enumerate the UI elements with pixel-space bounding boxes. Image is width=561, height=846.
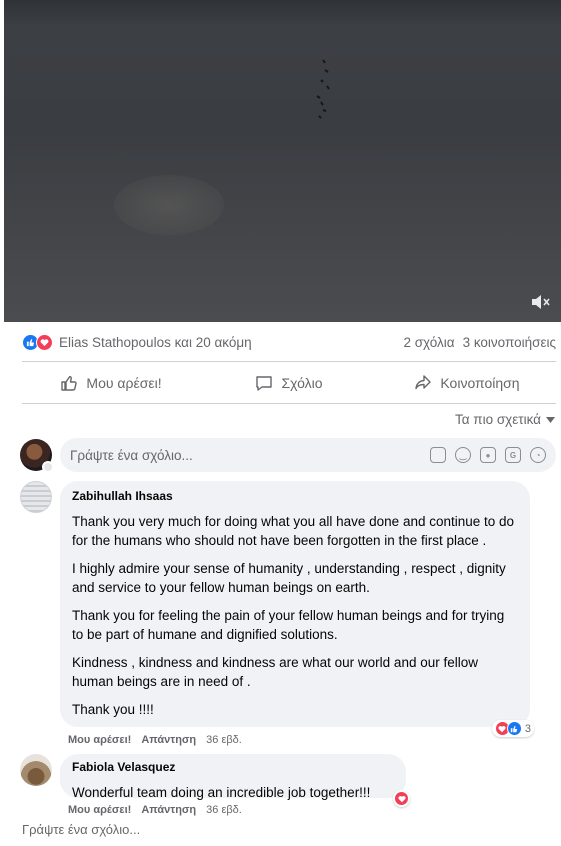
composer-tools: ‿ ● G ◔ [430, 447, 546, 463]
comment-composer: Γράψτε ένα σχόλιο... ‿ ● G ◔ [20, 437, 556, 473]
video-top-fade [4, 0, 561, 26]
video-haze [114, 175, 224, 235]
comment-timestamp[interactable]: 36 εβδ. [206, 804, 242, 816]
comment-input[interactable]: Γράψτε ένα σχόλιο... ‿ ● G ◔ [60, 438, 556, 472]
comments-count[interactable]: 2 σχόλια [403, 335, 454, 350]
engagement-counts: 2 σχόλια 3 κοινοποιήσεις [403, 335, 556, 350]
reactions-summary[interactable]: Elias Stathopoulos και 20 ακόμη 2 σχόλια… [22, 330, 556, 354]
camera-icon[interactable]: ● [480, 447, 496, 463]
comment-paragraph: Kindness , kindness and kindness are wha… [72, 655, 478, 689]
avatar-sticker-icon[interactable] [430, 447, 446, 463]
comment-meta: Μου αρέσει! Απάντηση 36 εβδ. [68, 804, 242, 816]
mute-icon[interactable] [531, 294, 551, 310]
reaction-count: 3 [524, 722, 531, 735]
reactors-names[interactable]: Elias Stathopoulos και 20 ακόμη [59, 335, 252, 350]
comment-timestamp[interactable]: 36 εβδ. [206, 734, 242, 746]
comment-bubble: Zabihullah Ihsaas Thank you very much fo… [60, 481, 534, 737]
commenter-avatar[interactable] [20, 754, 52, 786]
comment-button-label: Σχόλιο [281, 375, 323, 391]
comment-paragraph: Thank you for feeling the pain of your f… [72, 608, 505, 642]
love-reaction-icon [36, 333, 53, 351]
share-button-label: Κοινοποίηση [440, 375, 520, 391]
post-action-bar: Μου αρέσει! Σχόλιο Κοινοποίηση [22, 366, 556, 400]
comment-sort-dropdown[interactable]: Τα πιο σχετικά [455, 412, 555, 427]
comment-item: Zabihullah Ihsaas Thank you very much fo… [20, 481, 534, 737]
comment-paragraph: Wonderful team doing an incredible job t… [72, 785, 371, 800]
caret-down-icon [546, 416, 555, 423]
comment-reaction-badge[interactable] [393, 790, 410, 807]
comment-meta: Μου αρέσει! Απάντηση 36 εβδ. [68, 734, 242, 746]
share-arrow-icon [415, 375, 432, 390]
sort-label: Τα πιο σχετικά [454, 412, 541, 427]
birds-in-sky [316, 59, 330, 119]
like-button[interactable]: Μου αρέσει! [22, 366, 200, 400]
write-comment-link[interactable]: Γράψτε ένα σχόλιο... [22, 822, 140, 837]
reaction-icons [22, 333, 53, 351]
comment-paragraph: Thank you very much for doing what you a… [72, 514, 515, 548]
gif-icon[interactable]: G [505, 447, 521, 463]
commenter-avatar[interactable] [20, 481, 52, 513]
divider-top [22, 361, 556, 362]
comment-paragraph: I highly admire your sense of humanity ,… [72, 561, 506, 595]
current-user-avatar[interactable] [20, 439, 54, 473]
comment-button[interactable]: Σχόλιο [200, 366, 378, 400]
like-reaction-icon [506, 721, 522, 736]
thumbs-up-icon [61, 375, 78, 391]
shares-count[interactable]: 3 κοινοποιήσεις [463, 335, 556, 350]
avatar-status-dot [42, 461, 54, 473]
like-button-label: Μου αρέσει! [86, 375, 162, 391]
comment-author[interactable]: Fabiola Velasquez [72, 760, 394, 774]
comment-author[interactable]: Zabihullah Ihsaas [72, 489, 518, 503]
emoji-icon[interactable]: ‿ [455, 447, 471, 463]
comment-item: Fabiola Velasquez Wonderful team doing a… [20, 754, 410, 807]
comment-reaction-badge[interactable]: 3 [491, 720, 534, 737]
speech-bubble-icon [256, 376, 273, 391]
comment-reply-link[interactable]: Απάντηση [141, 734, 196, 746]
love-reaction-icon [394, 791, 409, 806]
sticker-icon[interactable]: ◔ [530, 447, 546, 463]
divider-bottom [22, 403, 556, 404]
share-button[interactable]: Κοινοποίηση [378, 366, 556, 400]
comment-bubble: Fabiola Velasquez Wonderful team doing a… [60, 754, 410, 807]
comment-like-link[interactable]: Μου αρέσει! [68, 734, 131, 746]
comment-paragraph: Thank you !!!! [72, 702, 154, 717]
comment-input-placeholder: Γράψτε ένα σχόλιο... [70, 447, 193, 463]
comment-like-link[interactable]: Μου αρέσει! [68, 804, 131, 816]
video-player[interactable] [4, 0, 561, 322]
comment-reply-link[interactable]: Απάντηση [141, 804, 196, 816]
